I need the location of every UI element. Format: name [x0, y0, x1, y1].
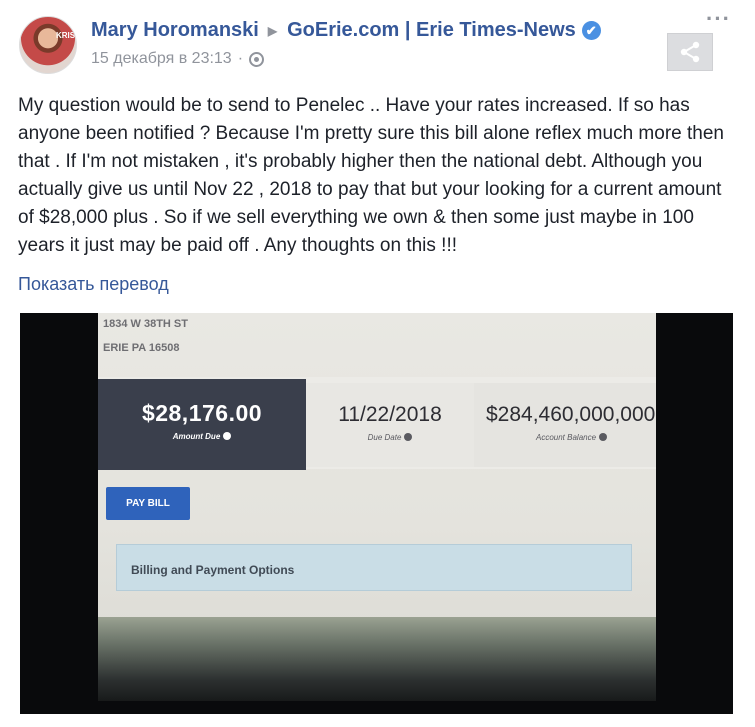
account-balance-value: $284,460,000,000, — [486, 403, 656, 426]
meta-separator: · — [237, 50, 244, 67]
info-icon — [404, 433, 413, 441]
due-date-label: Due Date — [306, 433, 474, 442]
account-balance-panel: $284,460,000,000, Account Balance — [474, 383, 656, 467]
arrow-right-icon: ▶ — [267, 23, 278, 38]
photo-bottom-shadow — [98, 617, 656, 701]
more-options-icon[interactable]: ··· — [706, 8, 731, 30]
post-photo[interactable]: 1834 W 38TH ST ERIE PA 16508 $28,176.00 … — [20, 313, 733, 714]
address-line-2: ERIE PA 16508 — [103, 342, 180, 354]
amount-due-label: Amount Due — [98, 432, 306, 441]
bill-screen: 1834 W 38TH ST ERIE PA 16508 $28,176.00 … — [98, 313, 656, 701]
post-meta: 15 декабря в 23:13 · — [91, 50, 265, 68]
page-name-link[interactable]: GoErie.com | Erie Times-News — [287, 19, 576, 42]
show-translation-link[interactable]: Показать перевод — [18, 274, 169, 295]
author-name-link[interactable]: Mary Horomanski — [91, 19, 259, 42]
share-button[interactable] — [667, 33, 713, 71]
amount-due-panel: $28,176.00 Amount Due — [98, 379, 306, 470]
facebook-post: KRISTEN Mary Horomanski ▶ GoErie.com | E… — [0, 0, 755, 727]
verified-check-icon: ✔ — [581, 21, 601, 40]
post-text: My question would be to send to Penelec … — [18, 95, 724, 256]
amount-due-value: $28,176.00 — [141, 400, 263, 426]
post-timestamp[interactable]: 15 декабря в 23:13 — [91, 50, 232, 68]
due-date-value: 11/22/2018 — [338, 403, 442, 426]
share-icon — [680, 41, 700, 63]
info-icon — [223, 432, 232, 440]
avatar-badge-text: KRISTEN — [56, 31, 76, 40]
account-balance-label: Account Balance — [536, 433, 656, 442]
address-line-1: 1834 W 38TH ST — [103, 318, 188, 330]
avatar[interactable]: KRISTEN — [19, 16, 77, 74]
billing-options-bar: Billing and Payment Options — [116, 544, 632, 591]
due-date-panel: 11/22/2018 Due Date — [306, 383, 474, 467]
info-icon — [599, 433, 608, 441]
post-header: Mary Horomanski ▶ GoErie.com | Erie Time… — [91, 19, 601, 42]
pay-bill-button: PAY BILL — [106, 487, 190, 520]
globe-icon — [249, 51, 265, 67]
billing-options-label: Billing and Payment Options — [131, 563, 295, 577]
